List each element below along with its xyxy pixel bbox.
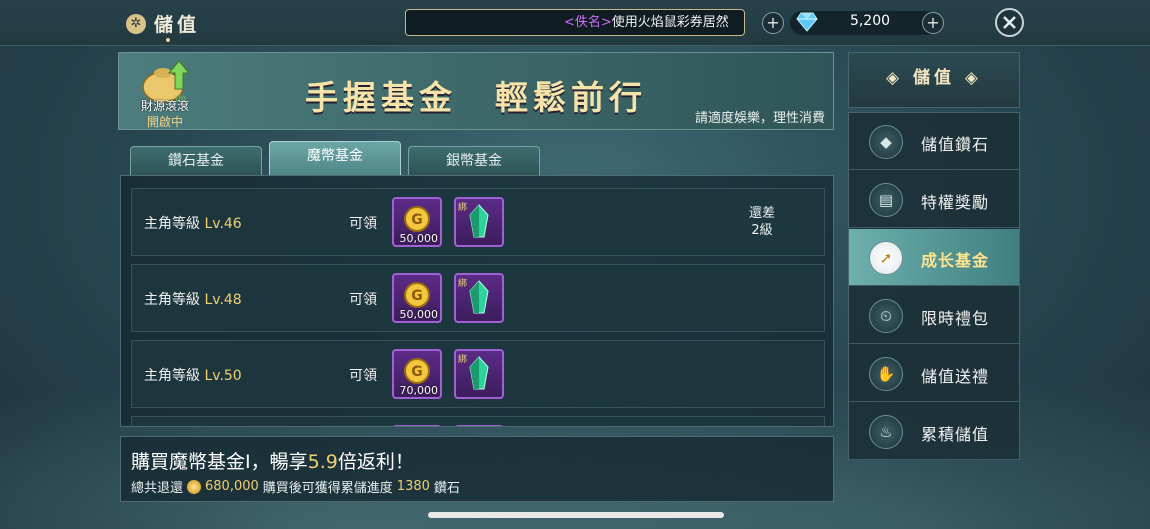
- gift-clock-icon: ⏲: [869, 299, 903, 333]
- diamond-icon: ◆: [869, 125, 903, 159]
- reward-row: [131, 416, 825, 426]
- close-icon: [1003, 16, 1016, 29]
- sidebar-header: ◈ 儲值 ◈: [848, 52, 1020, 108]
- crystal-reward[interactable]: 綁: [454, 349, 504, 399]
- level-prefix: 主角等級: [144, 216, 205, 232]
- claimable-label: 可領: [349, 292, 377, 308]
- sidebar-item-label: 累積儲值: [921, 425, 990, 444]
- banner-icon-label: 財源滾滾: [140, 99, 189, 113]
- level-prefix: 主角等級: [144, 368, 205, 384]
- level-value: Lv.46: [204, 216, 242, 232]
- total-refund-label: 總共退還: [131, 481, 184, 496]
- marquee-player-name: <佚名>: [564, 15, 612, 30]
- crystal-reward[interactable]: [454, 425, 504, 426]
- reward-list[interactable]: 主角等級 Lv.46 可領 G 50,000 綁 還差 2級 主角等級 Lv.48…: [120, 175, 834, 427]
- sidebar-menu: ◆ 儲值鑽石 ▤ 特權獎勵 ➚ 成长基金 ⏲ 限時禮包 ✋ 儲值送禮 ♨ 累積儲…: [848, 112, 1020, 460]
- banner-note: 請適度娛樂，理性消費: [694, 111, 825, 126]
- sidebar-item-label: 儲值送禮: [921, 367, 990, 386]
- fund-banner: Up 財源滾滾 開啟中 手握基金 輕鬆前行 請適度娛樂，理性消費: [118, 52, 834, 130]
- diamond-icon: [796, 12, 818, 32]
- coin-quantity: 70,000: [399, 384, 439, 397]
- tab-diamond-fund[interactable]: 鑽石基金: [130, 146, 262, 176]
- rebate-multiplier: 5.9: [307, 451, 338, 473]
- reward-row: 主角等級 Lv.48 可領 G 50,000 綁: [131, 264, 825, 332]
- svg-text:G: G: [411, 212, 423, 228]
- progress-label: 購買後可獲得累儲進度: [262, 481, 393, 496]
- svg-text:G: G: [411, 364, 423, 380]
- crystal-reward[interactable]: 綁: [454, 197, 504, 247]
- page-title: 儲值: [154, 14, 201, 36]
- level-prefix: 主角等級: [144, 292, 205, 308]
- row-level: 主角等級 Lv.50: [144, 365, 242, 385]
- gold-coin-reward[interactable]: [392, 425, 442, 426]
- marquee-message: 使用火焰鼠彩券居然: [611, 15, 729, 30]
- marquee-plus-button[interactable]: +: [762, 12, 784, 34]
- sidebar-title: ◈ 儲值 ◈: [886, 68, 982, 88]
- tab-silver-coin-fund[interactable]: 銀幣基金: [408, 146, 540, 176]
- purchase-headline: 購買魔幣基金I，暢享5.9倍返利！: [131, 447, 414, 474]
- row-level: 主角等級 Lv.48: [144, 289, 242, 309]
- sidebar-item-privilege[interactable]: ▤ 特權獎勵: [849, 171, 1019, 228]
- sidebar-item-limited-gift[interactable]: ⏲ 限時禮包: [849, 287, 1019, 344]
- sidebar-item-growth-fund[interactable]: ➚ 成长基金: [849, 229, 1019, 286]
- levels-remaining: 還差 2級: [748, 206, 775, 238]
- coin-quantity: 50,000: [399, 232, 439, 245]
- gold-coin-reward[interactable]: G 50,000: [392, 197, 442, 247]
- sidebar-item-recharge-gift[interactable]: ✋ 儲值送禮: [849, 345, 1019, 402]
- sidebar-item-recharge-diamond[interactable]: ◆ 儲值鑽石: [849, 113, 1019, 170]
- progress-unit: 鑽石: [433, 481, 460, 496]
- bound-tag: 綁: [458, 355, 468, 365]
- sidebar-item-label: 儲值鑽石: [921, 135, 990, 154]
- growth-arrow-icon: ➚: [869, 241, 903, 275]
- progress-value: 1380: [396, 479, 430, 494]
- bound-tag: 綁: [458, 203, 468, 213]
- refund-summary: 總共退還 680,000 購買後可獲得累儲進度 1380 鑽石: [131, 477, 460, 496]
- piggy-bank-icon: ♨: [869, 415, 903, 449]
- purchase-text: 購買魔幣基金I，暢享: [131, 451, 308, 473]
- diamond-count: 5,200: [849, 13, 891, 29]
- add-diamond-button[interactable]: +: [922, 12, 944, 34]
- gift-hand-icon: ✋: [869, 357, 903, 391]
- svg-text:G: G: [411, 288, 423, 304]
- sidebar-title-text: 儲值: [913, 68, 955, 88]
- tab-magic-coin-fund[interactable]: 魔幣基金: [269, 141, 401, 176]
- banner-icon-status: 開啟中: [146, 115, 183, 129]
- reward-row: 主角等級 Lv.46 可領 G 50,000 綁 還差 2級: [131, 188, 825, 256]
- sidebar-item-cumulative-recharge[interactable]: ♨ 累積儲值: [849, 403, 1019, 460]
- announcement-marquee: <佚名>使用火焰鼠彩券居然: [405, 9, 745, 36]
- close-button[interactable]: [995, 8, 1024, 37]
- claimable-label: 可領: [349, 368, 377, 384]
- coin-icon: [187, 479, 202, 494]
- reward-row: 主角等級 Lv.50 可領 G 70,000 綁: [131, 340, 825, 408]
- level-value: Lv.48: [204, 292, 242, 308]
- sidebar-item-label: 限時禮包: [921, 309, 990, 328]
- total-refund-amount: 680,000: [205, 479, 259, 494]
- treasure-chest-icon: ▤: [869, 183, 903, 217]
- gear-icon: ✲: [126, 13, 146, 34]
- page-header: ✲ 儲值: [126, 10, 200, 37]
- purchase-suffix: 倍返利！: [337, 451, 414, 473]
- coin-quantity: 50,000: [399, 308, 439, 321]
- bound-tag: 綁: [458, 279, 468, 289]
- gold-coin-reward[interactable]: G 50,000: [392, 273, 442, 323]
- home-indicator[interactable]: [428, 512, 724, 518]
- crystal-reward[interactable]: 綁: [454, 273, 504, 323]
- claimable-label: 可領: [349, 216, 377, 232]
- row-level: 主角等級 Lv.46: [144, 213, 242, 233]
- banner-headline: 手握基金 輕鬆前行: [305, 78, 647, 117]
- title-dot: [166, 38, 170, 42]
- sidebar-item-label: 成长基金: [921, 251, 990, 270]
- gold-coin-reward[interactable]: G 70,000: [392, 349, 442, 399]
- level-value: Lv.50: [204, 368, 242, 384]
- sidebar-item-label: 特權獎勵: [921, 193, 990, 212]
- fund-summary: 購買魔幣基金I，暢享5.9倍返利！ 總共退還 680,000 購買後可獲得累儲進…: [120, 436, 834, 502]
